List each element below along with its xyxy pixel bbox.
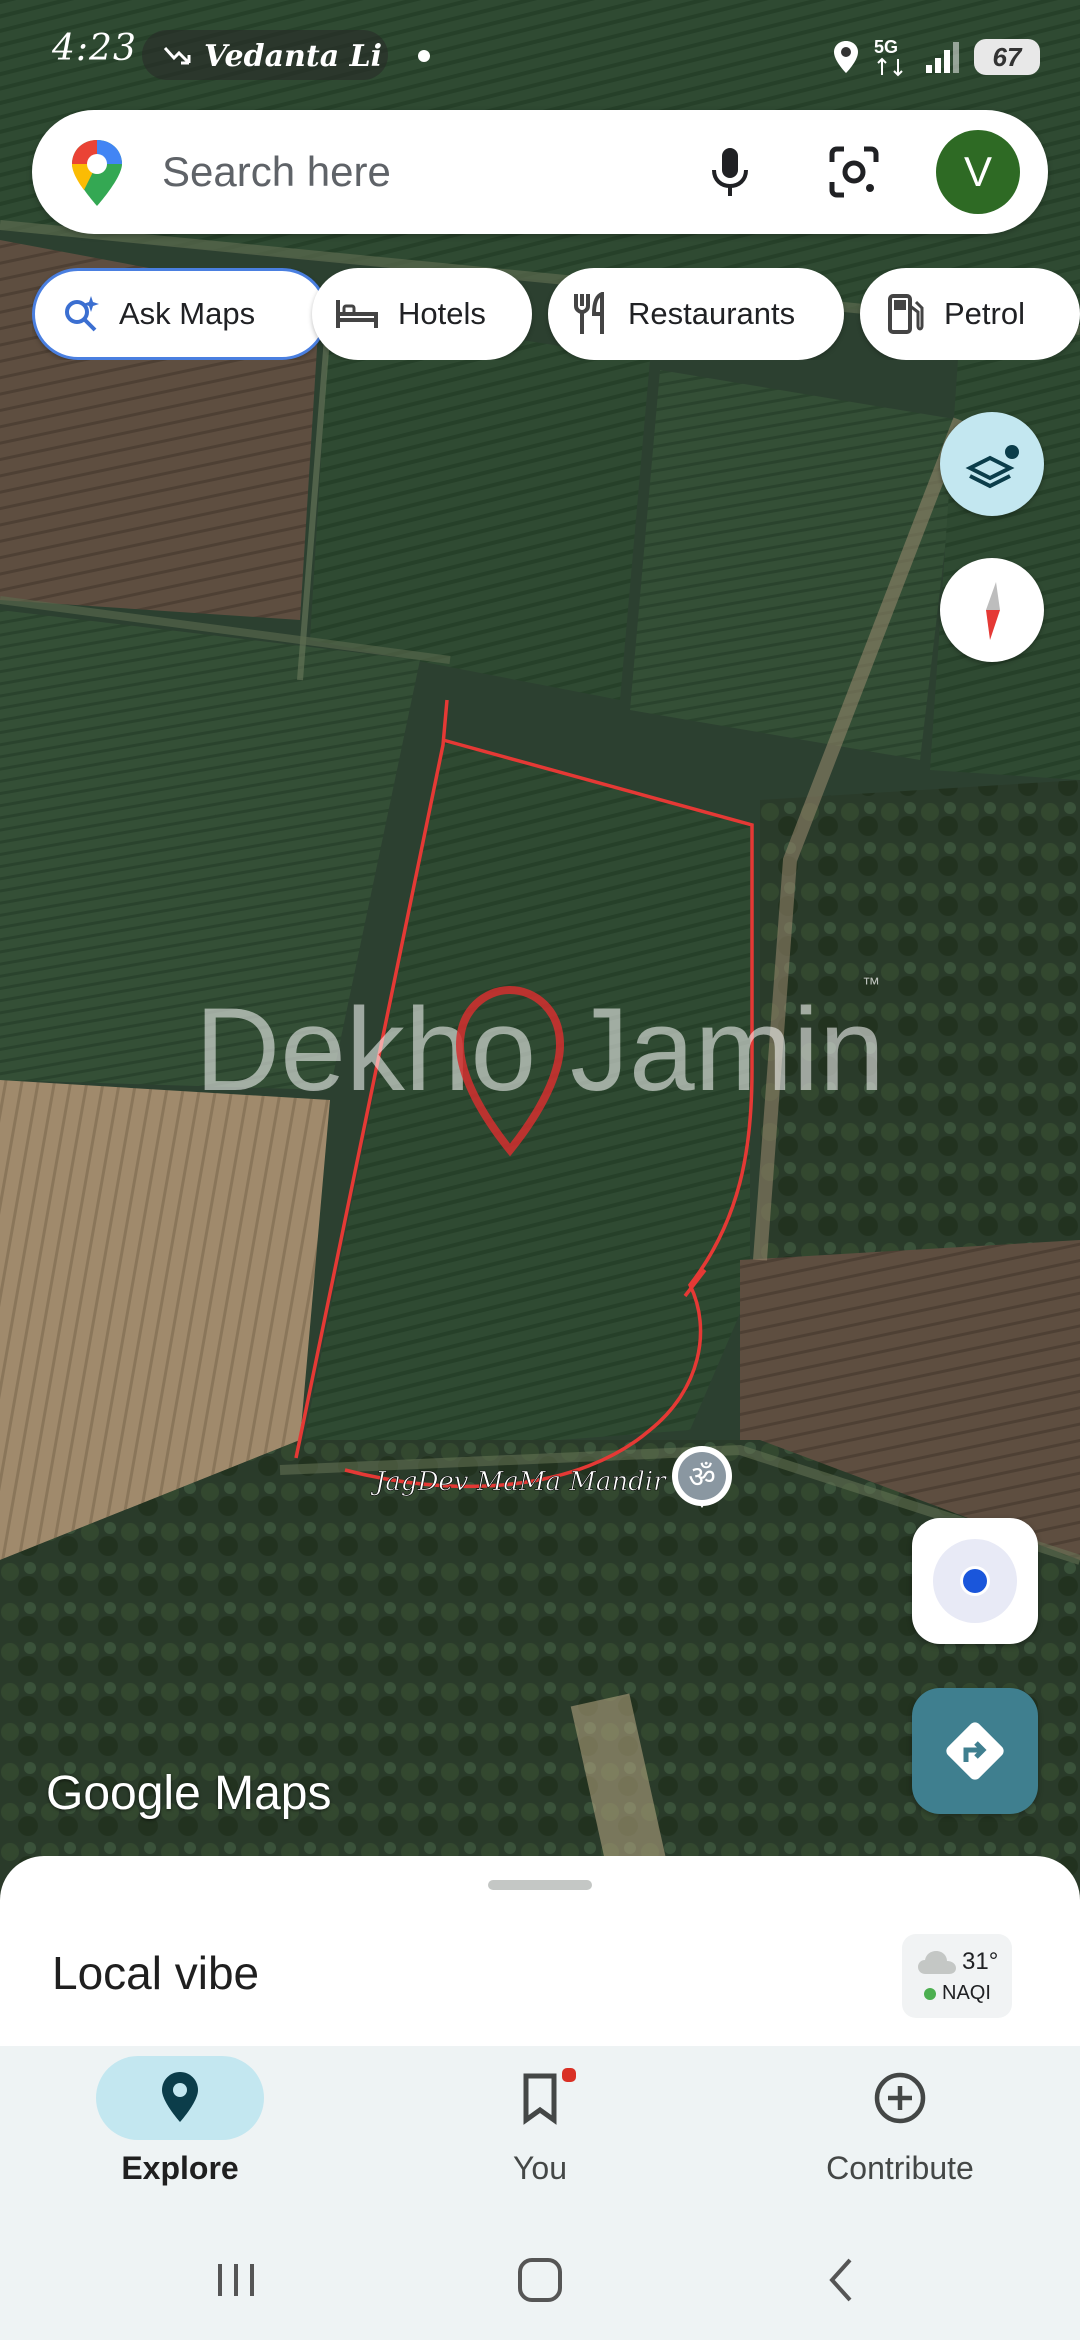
microphone-icon[interactable] xyxy=(698,140,762,204)
network-indicator: 5G xyxy=(874,37,910,77)
compass-icon xyxy=(986,582,1000,640)
place-label[interactable]: JagDev MaMa Mandir xyxy=(370,1467,668,1498)
notification-badge-icon xyxy=(560,2066,578,2084)
google-maps-logo: Google Maps xyxy=(46,1766,332,1821)
add-circle-icon xyxy=(874,2072,926,2124)
sheet-drag-handle[interactable] xyxy=(488,1880,592,1890)
chip-ask-maps[interactable]: Ask Maps xyxy=(32,268,328,360)
logo-google: Google xyxy=(46,1767,201,1820)
search-input[interactable]: Search here xyxy=(162,148,391,196)
nav-you-label: You xyxy=(513,2150,567,2186)
nav-contribute[interactable]: Contribute xyxy=(750,2046,1050,2220)
chip-label: Hotels xyxy=(398,296,486,331)
chip-restaurants[interactable]: Restaurants xyxy=(548,268,844,360)
om-temple-icon: ॐ xyxy=(688,1460,715,1495)
chip-label: Petrol xyxy=(944,296,1025,331)
chip-petrol[interactable]: Petrol xyxy=(860,268,1080,360)
notification-text: Vedanta Li xyxy=(204,39,382,74)
trending-down-icon xyxy=(163,46,191,65)
category-chips: Ask Maps Hotels Restaurants Petrol xyxy=(32,268,1080,360)
my-location-icon xyxy=(933,1539,1017,1623)
battery-indicator: 67 xyxy=(974,39,1040,75)
back-icon[interactable] xyxy=(812,2250,872,2310)
bed-icon xyxy=(336,300,378,328)
directions-icon xyxy=(946,1722,1004,1780)
fuel-pump-icon xyxy=(888,294,924,334)
nav-contribute-label: Contribute xyxy=(826,2150,974,2186)
nav-you[interactable]: You xyxy=(390,2046,690,2220)
aqi-dot-icon xyxy=(924,1988,936,2000)
notification-pill[interactable]: Vedanta Li xyxy=(142,30,388,80)
fork-knife-icon xyxy=(574,292,604,334)
chip-label: Restaurants xyxy=(628,296,796,331)
svg-text:Dekho: Dekho xyxy=(195,984,536,1116)
compass-button[interactable] xyxy=(940,558,1044,662)
sheet-title: Local vibe xyxy=(52,1947,260,1999)
nav-explore[interactable]: Explore xyxy=(30,2046,330,2220)
location-icon xyxy=(834,41,858,73)
chip-hotels[interactable]: Hotels xyxy=(312,268,532,360)
aqi-label: NAQI xyxy=(942,1982,991,2004)
account-avatar[interactable]: V xyxy=(936,130,1020,214)
svg-text:™: ™ xyxy=(862,974,880,994)
system-navigation-bar xyxy=(0,2220,1080,2340)
logo-maps: Maps xyxy=(214,1767,332,1820)
google-maps-pin-icon xyxy=(72,140,122,206)
weather-temperature: 31° xyxy=(962,1948,999,1975)
svg-text:Jamin: Jamin xyxy=(570,984,885,1116)
notification-dot-icon xyxy=(418,50,430,62)
data-arrows-icon xyxy=(877,57,903,77)
network-label: 5G xyxy=(874,37,899,57)
ask-maps-sparkle-icon xyxy=(65,296,99,332)
home-icon[interactable] xyxy=(510,2250,570,2310)
explore-pin-icon xyxy=(162,2072,198,2122)
status-time: 4:23 xyxy=(52,28,137,69)
google-lens-icon[interactable] xyxy=(822,140,886,204)
directions-button[interactable] xyxy=(912,1688,1038,1814)
signal-icon xyxy=(926,42,959,73)
nav-explore-label: Explore xyxy=(121,2150,239,2186)
search-bar[interactable]: Search here V xyxy=(32,110,1048,234)
chip-label: Ask Maps xyxy=(119,296,256,331)
layers-button[interactable] xyxy=(940,412,1044,516)
recent-apps-icon[interactable] xyxy=(206,2250,266,2310)
weather-badge[interactable]: 31° NAQI xyxy=(902,1934,1012,2018)
my-location-button[interactable] xyxy=(912,1518,1038,1644)
bottom-sheet[interactable]: Local vibe 31° NAQI xyxy=(0,1856,1080,2046)
bottom-navigation: Explore You Contribute xyxy=(0,2046,1080,2220)
layers-icon xyxy=(965,445,1019,489)
status-bar: 4:23 Vedanta Li 5G 67 xyxy=(0,0,1080,110)
cloud-icon xyxy=(918,1951,956,1974)
